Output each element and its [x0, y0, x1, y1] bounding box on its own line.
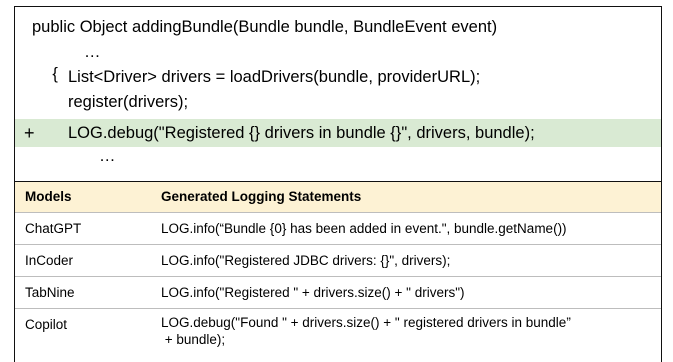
table-row: InCoder LOG.info("Registered JDBC driver…	[15, 244, 661, 276]
table-row: TabNine LOG.info("Registered " + drivers…	[15, 276, 661, 308]
code-ellipsis-end: …	[99, 147, 116, 165]
statement-line-1: LOG.debug("Found " + drivers.size() + " …	[161, 315, 571, 330]
model-name: InCoder	[25, 253, 74, 268]
code-line-load-drivers: List<Driver> drivers = loadDrivers(bundl…	[68, 68, 481, 86]
logging-statement: LOG.debug("Found " + drivers.size() + " …	[161, 314, 655, 348]
comparison-table: Models Generated Logging Statements Chat…	[15, 181, 661, 350]
statement-line-2: + bundle);	[161, 332, 226, 347]
figure-frame: public Object addingBundle(Bundle bundle…	[14, 6, 662, 362]
header-models: Models	[25, 189, 72, 204]
table-row: Copilot LOG.debug("Found " + drivers.siz…	[15, 308, 661, 350]
method-signature: public Object addingBundle(Bundle bundle…	[32, 18, 498, 36]
open-brace: {	[52, 65, 58, 83]
table-row: ChatGPT LOG.info(“Bundle {0} has been ad…	[15, 212, 661, 244]
code-ellipsis: …	[84, 43, 101, 61]
logging-statement: LOG.info(“Bundle {0} has been added in e…	[161, 221, 567, 236]
diff-plus-marker: +	[24, 123, 35, 143]
model-name: TabNine	[25, 285, 75, 300]
logging-statement: LOG.info("Registered " + drivers.size() …	[161, 285, 465, 300]
model-name: ChatGPT	[25, 221, 82, 236]
model-name: Copilot	[25, 317, 68, 332]
added-log-line: + LOG.debug("Registered {} drivers in bu…	[15, 119, 661, 147]
header-statements: Generated Logging Statements	[161, 189, 362, 204]
added-log-statement: LOG.debug("Registered {} drivers in bund…	[68, 124, 535, 142]
code-line-register: register(drivers);	[68, 93, 189, 111]
table-header-row: Models Generated Logging Statements	[15, 181, 661, 212]
logging-statement: LOG.info("Registered JDBC drivers: {}", …	[161, 253, 451, 268]
